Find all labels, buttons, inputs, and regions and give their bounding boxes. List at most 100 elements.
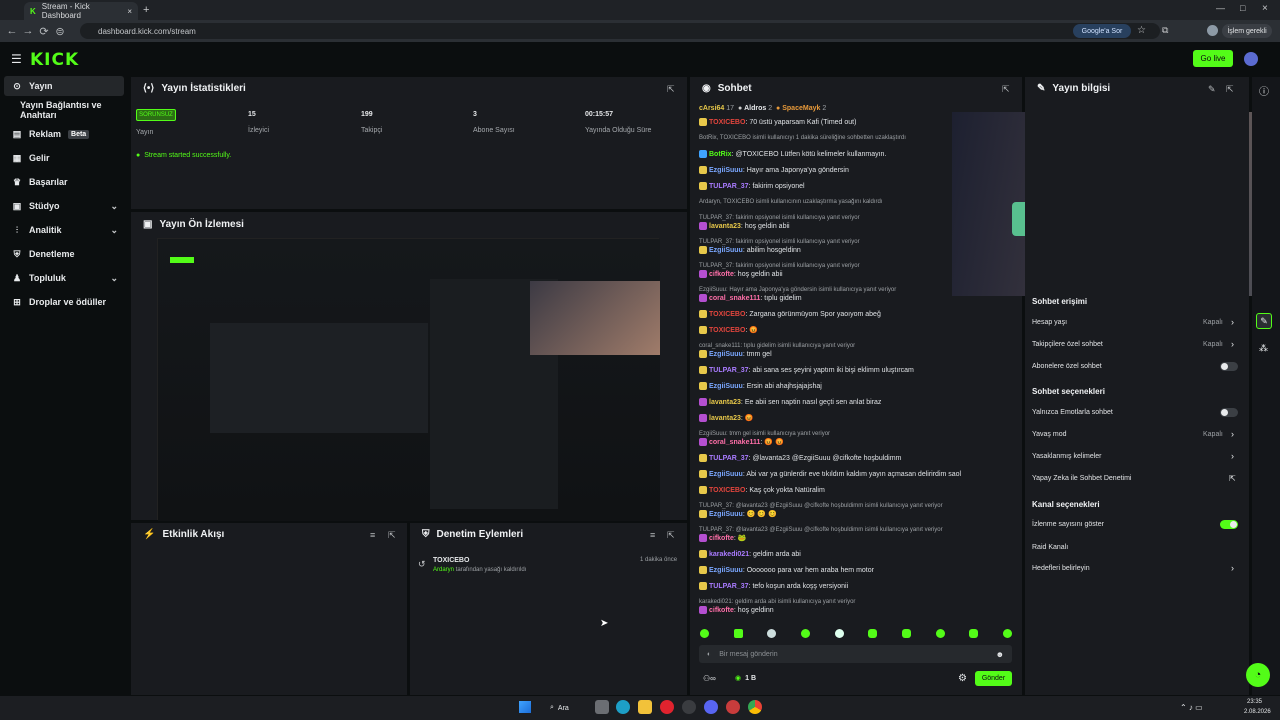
send-button[interactable]: Gönder <box>975 671 1012 686</box>
chat-input-box[interactable]: ◐ Bir mesaj gönderin ☻ <box>699 645 1012 663</box>
chat-username[interactable]: EzgiiSuuu <box>709 471 743 478</box>
edge-icon[interactable] <box>616 700 630 714</box>
chat-username[interactable]: TOXICEBO <box>709 487 745 494</box>
preview-video[interactable] <box>157 238 660 521</box>
popout-icon[interactable]: ⇱ <box>667 530 675 541</box>
chat-username[interactable]: lavanta23 <box>709 223 741 230</box>
obs-icon[interactable] <box>682 700 696 714</box>
back-icon[interactable]: ← <box>4 23 20 39</box>
sidebar-item-moderation[interactable]: ⛨ Denetleme <box>4 244 124 264</box>
discord-icon[interactable] <box>704 700 718 714</box>
chat-username[interactable]: TOXICEBO <box>709 311 745 318</box>
browser-tab[interactable]: K Stream - Kick Dashboard × <box>24 2 138 20</box>
emote-icon[interactable] <box>733 629 743 638</box>
maximize-icon[interactable]: □ <box>1240 3 1245 13</box>
popout-icon[interactable]: ⇱ <box>1002 84 1010 95</box>
emote-icon[interactable] <box>935 629 945 638</box>
go-live-button[interactable]: Go live <box>1193 50 1233 67</box>
emote-icon[interactable] <box>800 629 810 638</box>
chrome-icon[interactable] <box>748 700 762 714</box>
bookmark-star-icon[interactable]: ☆ <box>1137 25 1146 36</box>
chat-username[interactable]: coral_snake111 <box>709 439 760 446</box>
chevron-right-icon[interactable]: › <box>1231 317 1234 327</box>
chat-username[interactable]: cifkofte <box>709 607 734 614</box>
explorer-icon[interactable] <box>638 700 652 714</box>
filter-icon[interactable]: ≡ <box>650 530 655 540</box>
emote-icon[interactable] <box>767 629 777 638</box>
emote-icon[interactable] <box>969 629 979 638</box>
reload-icon[interactable]: ⟳ <box>36 23 52 39</box>
close-tab-icon[interactable]: × <box>127 7 132 16</box>
app-icon[interactable] <box>726 700 740 714</box>
chat-username[interactable]: EzgiiSuuu <box>709 351 743 358</box>
menu-icon[interactable]: ☰ <box>11 52 22 66</box>
site-info-icon[interactable]: ⊜ <box>52 23 68 39</box>
chat-username[interactable]: cifkofte <box>709 535 734 542</box>
chat-username[interactable]: karakedi021 <box>709 551 749 558</box>
sidebar-item-revenue[interactable]: ▦ Gelir <box>4 148 124 168</box>
chat-username[interactable]: EzgiiSuuu <box>709 383 743 390</box>
windows-start-icon[interactable] <box>519 701 531 713</box>
chevron-right-icon[interactable]: › <box>1231 563 1234 573</box>
minimize-icon[interactable]: — <box>1216 3 1225 13</box>
chat-username[interactable]: BotRix <box>709 151 732 158</box>
chat-users-icon[interactable]: ⚇∞ <box>703 674 716 683</box>
chat-settings-icon[interactable]: ⚙ <box>958 673 967 684</box>
info-icon[interactable]: ⓘ <box>1259 83 1269 98</box>
kick-logo[interactable]: KICK <box>30 50 79 70</box>
chat-username[interactable]: cifkofte <box>709 271 734 278</box>
top-user-name[interactable]: SpaceMayk <box>782 105 820 112</box>
chat-username[interactable]: TOXICEBO <box>709 327 745 334</box>
show-viewcount-toggle[interactable] <box>1220 520 1238 529</box>
emote-icon[interactable] <box>700 629 709 638</box>
top-user-name[interactable]: cArsi64 <box>699 105 724 112</box>
chevron-right-icon[interactable]: › <box>1231 339 1234 349</box>
action-required-button[interactable]: İşlem gerekli <box>1222 24 1272 38</box>
taskview-icon[interactable] <box>595 700 609 714</box>
emote-icon[interactable] <box>834 629 844 638</box>
chat-username[interactable]: EzgiiSuuu <box>709 167 743 174</box>
chevron-right-icon[interactable]: › <box>1231 451 1234 461</box>
chat-username[interactable]: lavanta23 <box>709 415 741 422</box>
sidebar-item-community[interactable]: ♟ Topluluk ⌄ <box>4 268 124 288</box>
chat-username[interactable]: TULPAR_37 <box>709 367 749 374</box>
top-user-name[interactable]: Aldros <box>744 105 766 112</box>
support-chat-icon[interactable]: ◔ <box>1246 663 1270 687</box>
url-input[interactable]: dashboard.kick.com/stream <box>80 23 1160 39</box>
chat-username[interactable]: EzgiiSuuu <box>709 247 743 254</box>
emote-only-toggle[interactable] <box>1220 408 1238 417</box>
sidebar-item-yayin[interactable]: ⊙ Yayın <box>4 76 124 96</box>
chat-username[interactable]: EzgiiSuuu <box>709 511 743 518</box>
chat-username[interactable]: TOXICEBO <box>709 119 745 126</box>
chat-username[interactable]: TULPAR_37 <box>709 455 749 462</box>
emote-icon[interactable] <box>1002 629 1012 638</box>
chat-username[interactable]: EzgiiSuuu <box>709 567 743 574</box>
forward-icon[interactable]: → <box>20 23 36 39</box>
extensions-icon[interactable]: ⧉ <box>1162 25 1168 36</box>
subscriber-only-toggle[interactable] <box>1220 362 1238 371</box>
emote-icon[interactable] <box>901 629 911 638</box>
rail-wrench-icon[interactable]: ✎ <box>1256 313 1272 329</box>
sidebar-item-ads[interactable]: ▤ Reklam Beta <box>4 124 124 144</box>
filter-icon[interactable]: ≡ <box>370 530 375 540</box>
rail-nodes-icon[interactable]: ⁂ <box>1259 343 1268 354</box>
sidebar-item-stream-key[interactable]: Yayın Bağlantısı ve Anahtarı <box>4 100 124 120</box>
sidebar-item-drops[interactable]: ⊞ Droplar ve ödüller <box>4 292 124 312</box>
profile-icon[interactable] <box>1207 25 1218 36</box>
popout-icon[interactable]: ⇱ <box>667 84 675 95</box>
opera-icon[interactable] <box>660 700 674 714</box>
sidebar-item-achievements[interactable]: ♛ Başarılar <box>4 172 124 192</box>
sidebar-item-analytics[interactable]: ⫶ Analitik ⌄ <box>4 220 124 240</box>
avatar[interactable] <box>1244 52 1258 66</box>
popout-icon[interactable]: ⇱ <box>388 530 396 541</box>
chevron-right-icon[interactable]: › <box>1231 429 1234 439</box>
external-link-icon[interactable]: ⇱ <box>1229 474 1236 483</box>
chat-username[interactable]: TULPAR_37 <box>709 183 749 190</box>
sidebar-item-studio[interactable]: ▣ Stüdyo ⌄ <box>4 196 124 216</box>
popout-icon[interactable]: ⇱ <box>1226 84 1234 95</box>
chat-username[interactable]: lavanta23 <box>709 399 741 406</box>
new-tab-icon[interactable]: + <box>143 4 149 16</box>
chat-username[interactable]: coral_snake111 <box>709 295 760 302</box>
taskbar-search[interactable]: ⌕ Ara <box>550 701 586 715</box>
tray-icons[interactable]: ⌃ ♪ ▭ <box>1180 703 1203 712</box>
